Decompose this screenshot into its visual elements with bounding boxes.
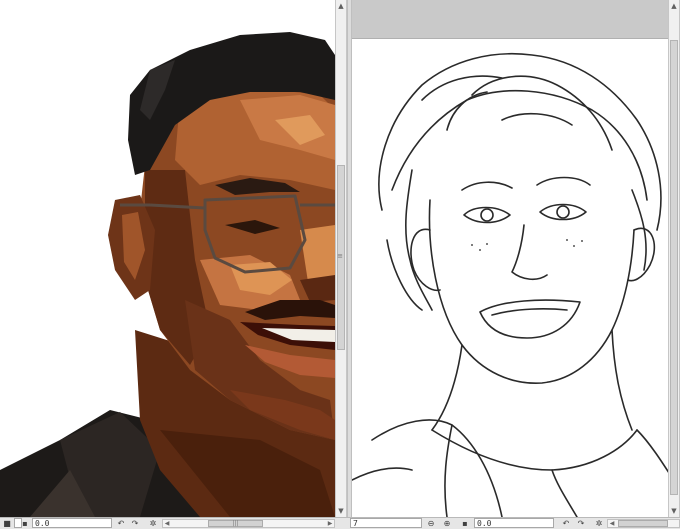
scrollbar-thumb[interactable] xyxy=(670,40,678,495)
right-canvas-view[interactable] xyxy=(352,0,680,517)
scroll-down-arrow-icon[interactable]: ▼ xyxy=(669,505,679,517)
sketch-nose-line xyxy=(511,224,548,281)
scrollbar-thumb[interactable]: ||| xyxy=(208,520,263,527)
left-horizontal-scrollbar[interactable]: ◀ ||| ▶ xyxy=(162,519,335,528)
scrollbar-thumb[interactable] xyxy=(618,520,668,527)
save-icon[interactable]: ▪ xyxy=(460,518,470,529)
sketch-portrait-canvas[interactable] xyxy=(352,0,680,517)
scroll-up-arrow-icon[interactable]: ▲ xyxy=(669,0,679,12)
zoom-in-icon[interactable]: ⊕ xyxy=(442,518,452,529)
left-vertical-scrollbar[interactable]: ▲ ≡ ▼ xyxy=(335,0,347,517)
right-vertical-scrollbar[interactable]: ▲ ▼ xyxy=(668,0,680,517)
sketch-neck-line xyxy=(431,344,463,431)
scroll-right-arrow-icon[interactable]: ▶ xyxy=(326,520,334,527)
scroll-up-arrow-icon[interactable]: ▲ xyxy=(336,0,346,12)
angle-field-left[interactable]: 0.0 xyxy=(32,518,112,528)
scroll-left-arrow-icon[interactable]: ◀ xyxy=(608,520,616,527)
rotate-left-icon[interactable]: ↶ xyxy=(116,518,126,529)
zoom-field-right[interactable]: 7 xyxy=(350,518,422,528)
reset-rotation-icon[interactable]: ✲ xyxy=(148,518,158,529)
sketch-mouth-line xyxy=(479,299,581,339)
sketch-freckles xyxy=(471,239,583,251)
zoom-out-icon[interactable]: ⊖ xyxy=(426,518,436,529)
reset-rotation-icon[interactable]: ✲ xyxy=(594,518,604,529)
scrollbar-grip-icon: ≡ xyxy=(337,252,343,260)
save-icon[interactable]: ▪ xyxy=(20,518,30,529)
view-status-bar: ■ ▪ 0.0 ↶ ↷ ✲ ◀ ||| ▶ 7 ⊖ ⊕ ▪ 0.0 ↶ ↷ ✲ … xyxy=(0,517,680,529)
angle-field-right[interactable]: 0.0 xyxy=(474,518,554,528)
navigator-icon[interactable]: ■ xyxy=(2,518,12,529)
painted-portrait-canvas[interactable] xyxy=(0,0,335,517)
rotate-left-icon[interactable]: ↶ xyxy=(561,518,571,529)
rotate-right-icon[interactable]: ↷ xyxy=(576,518,586,529)
sketch-hair-line xyxy=(378,52,662,231)
right-horizontal-scrollbar[interactable]: ◀ xyxy=(607,519,680,528)
rotate-right-icon[interactable]: ↷ xyxy=(130,518,140,529)
left-canvas-view[interactable] xyxy=(0,0,335,517)
scroll-left-arrow-icon[interactable]: ◀ xyxy=(163,520,171,527)
scroll-down-arrow-icon[interactable]: ▼ xyxy=(336,505,346,517)
